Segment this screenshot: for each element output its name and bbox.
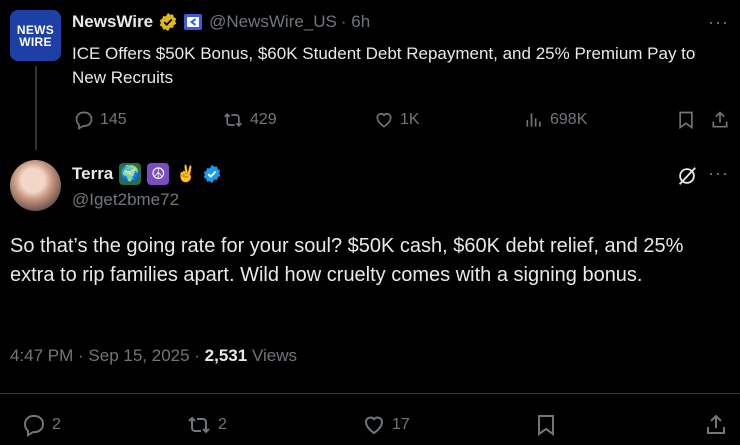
parent-reply-button[interactable]: 145 (74, 110, 127, 130)
parent-bookmark-icon[interactable] (676, 110, 696, 130)
parent-more-icon[interactable]: ··· (708, 12, 729, 33)
grok-icon[interactable] (676, 165, 698, 187)
reply-views-label: Views (247, 346, 297, 365)
reply-avatar[interactable] (10, 160, 61, 211)
reply-icon (75, 111, 93, 130)
parent-handle[interactable]: @NewsWire_US (209, 12, 337, 32)
blue-verified-icon (202, 164, 222, 184)
reply-author-name[interactable]: Terra (72, 164, 113, 184)
newswire-logo[interactable]: NEWS WIRE (10, 10, 61, 61)
globe-emoji-icon: 🌍 (119, 163, 142, 185)
reply-repost-count: 2 (218, 416, 227, 433)
reply-timestamp[interactable]: 4:47 PM · Sep 15, 2025 · (10, 346, 205, 365)
parent-views-button[interactable]: 698K (524, 110, 587, 130)
heart-icon (364, 416, 384, 435)
reply-views-count: 2,531 (204, 346, 248, 365)
parent-like-button[interactable]: 1K (374, 110, 420, 130)
reply-meta: 4:47 PM · Sep 15, 2025 · 2,531 Views (10, 346, 297, 366)
reply-tweet-text: So that’s the going rate for your soul? … (10, 235, 684, 286)
reply-icon (23, 415, 45, 437)
parent-like-count: 1K (400, 111, 420, 128)
affiliate-badge-icon[interactable] (183, 12, 203, 32)
victory-hand-emoji-icon: ✌ (176, 166, 197, 183)
parent-repost-button[interactable]: 429 (222, 110, 277, 130)
divider (0, 393, 740, 394)
reply-repost-button[interactable]: 2 (186, 413, 227, 437)
heart-icon (376, 112, 392, 128)
gold-verified-icon (158, 12, 178, 32)
peace-emoji-icon: ☮ (147, 163, 170, 185)
parent-repost-count: 429 (250, 111, 277, 128)
parent-time[interactable]: · 6h (341, 12, 370, 32)
parent-tweet-text: ICE Offers $50K Bonus, $60K Student Debt… (72, 44, 696, 87)
reply-like-button[interactable]: 17 (362, 413, 410, 437)
reply-handle[interactable]: @Iget2bme72 (72, 190, 179, 210)
reply-share-icon[interactable] (704, 413, 728, 437)
reply-more-icon[interactable]: ··· (708, 163, 729, 184)
reply-bookmark-icon[interactable] (534, 413, 558, 437)
parent-author-name[interactable]: NewsWire (72, 12, 153, 32)
repost-icon (224, 112, 242, 128)
parent-views-count: 698K (550, 111, 588, 128)
repost-icon (188, 416, 210, 434)
reply-header: Terra 🌍 ☮ ✌ (72, 163, 222, 185)
thread-line (35, 66, 37, 150)
reply-reply-count: 2 (52, 416, 61, 433)
parent-tweet-header: NewsWire @NewsWire_US · 6h (72, 12, 370, 32)
parent-reply-count: 145 (100, 111, 127, 128)
parent-share-icon[interactable] (710, 110, 730, 130)
reply-reply-button[interactable]: 2 (22, 413, 61, 437)
views-icon (526, 113, 541, 127)
logo-line2: WIRE (19, 34, 52, 49)
logo-line1: NEWS (16, 22, 55, 37)
reply-like-count: 17 (392, 416, 410, 433)
